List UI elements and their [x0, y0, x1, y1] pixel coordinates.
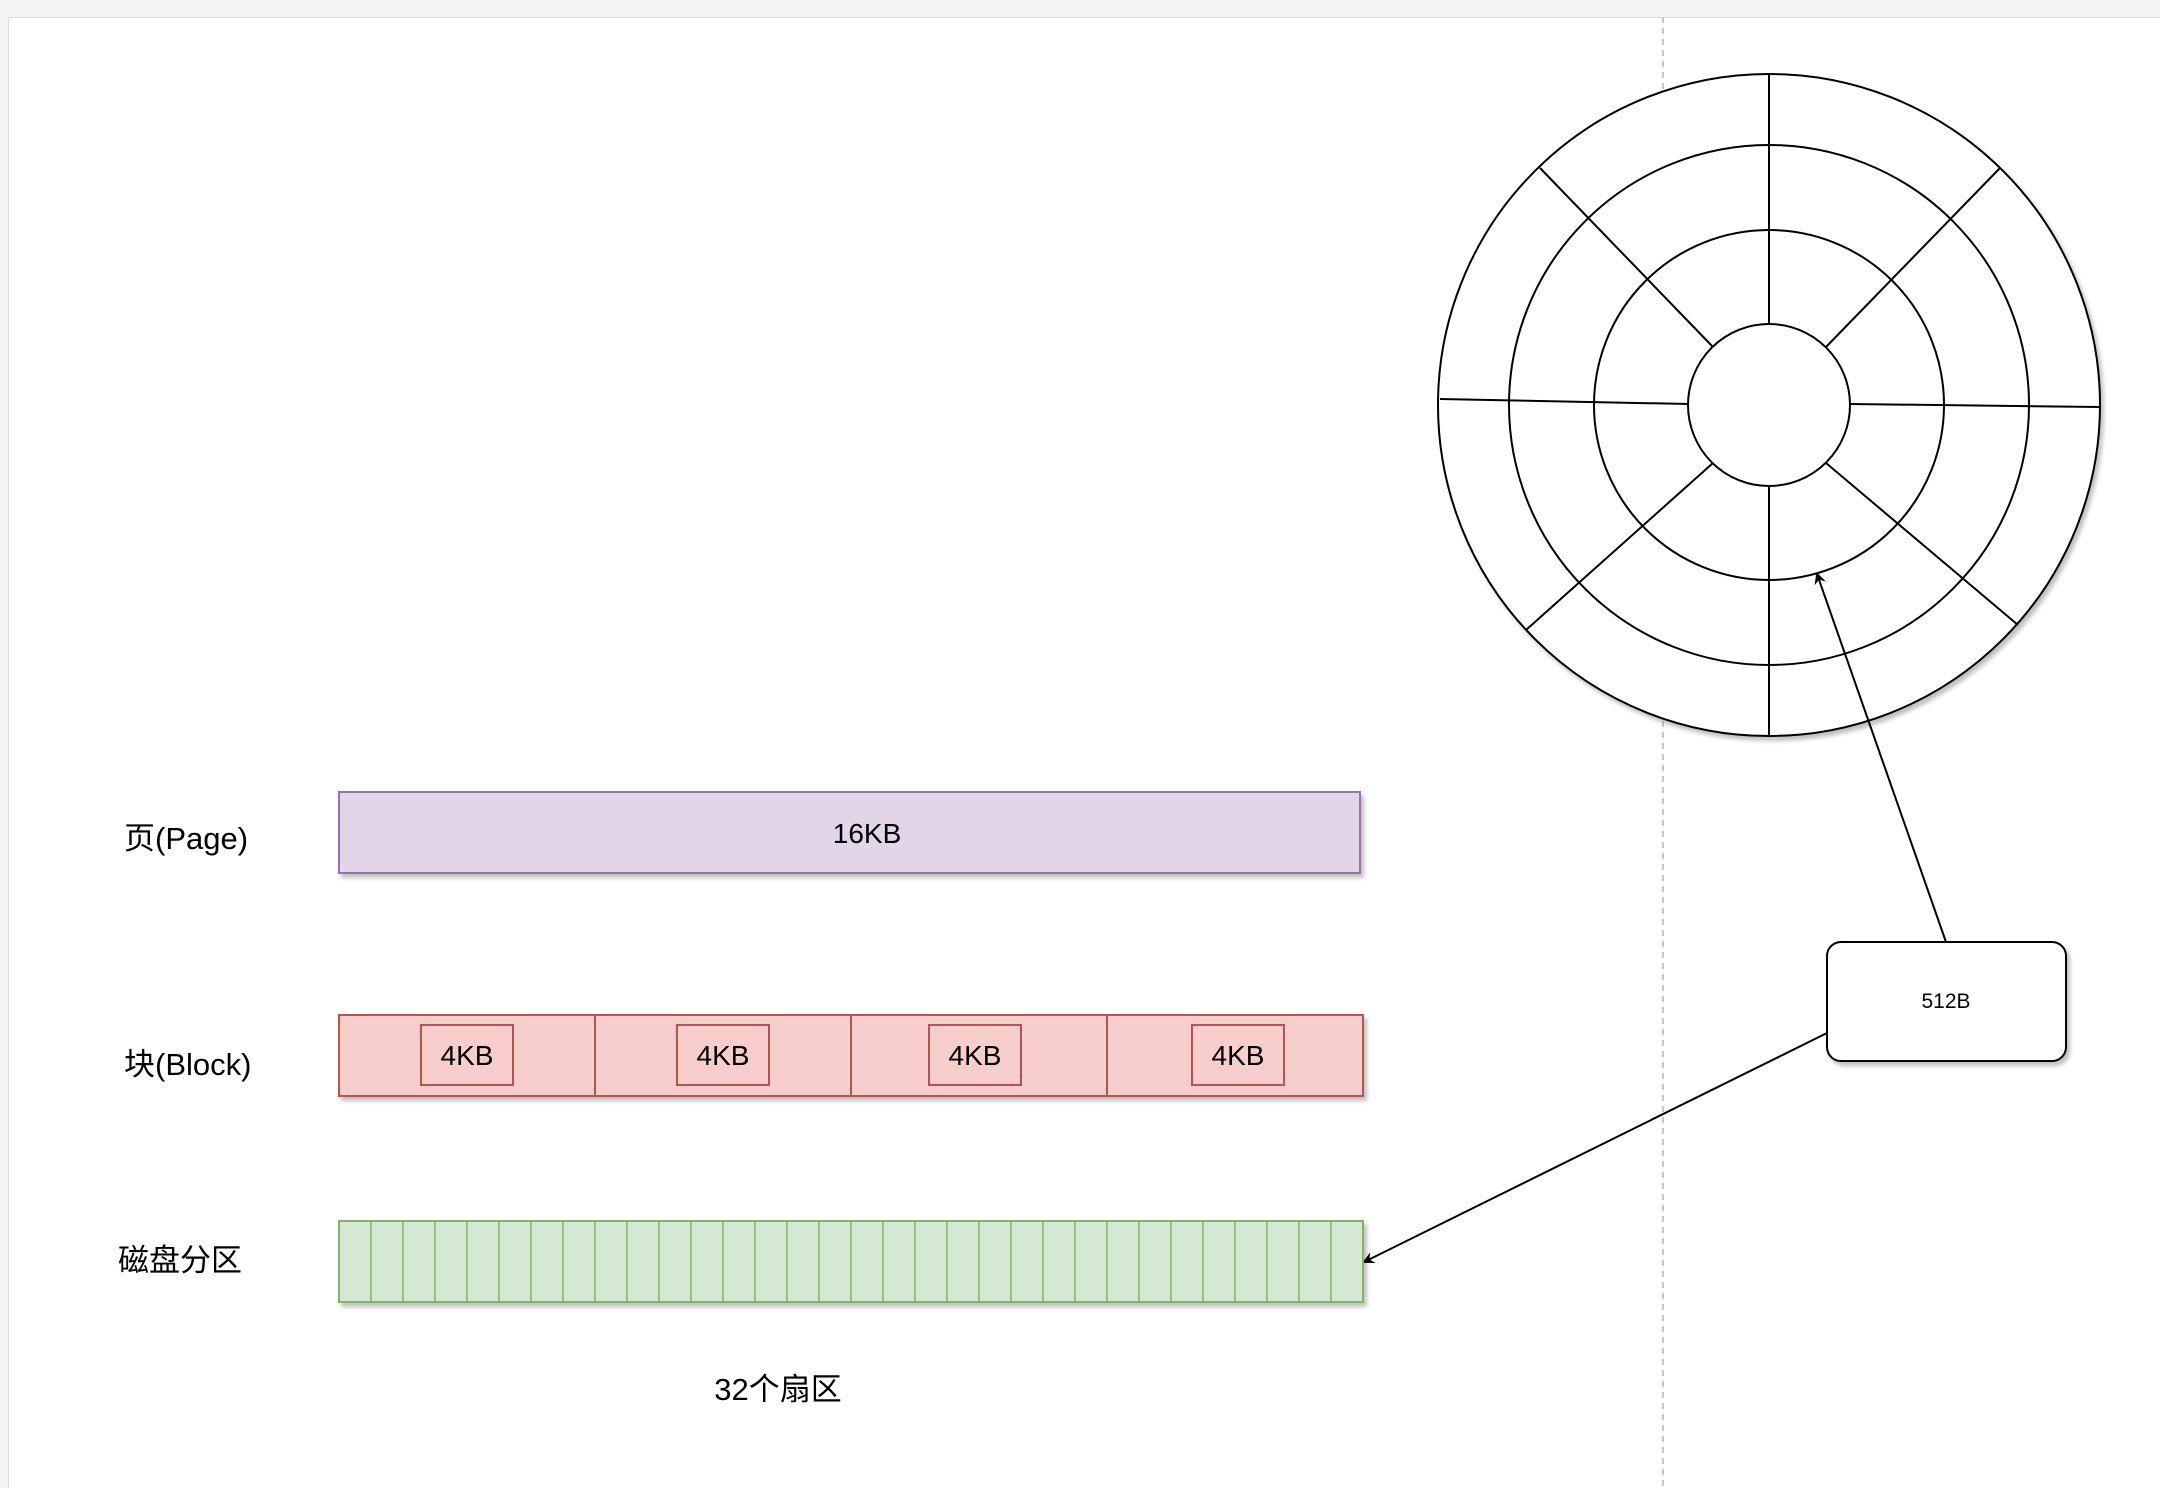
block-cell-label: 4KB [697, 1040, 750, 1071]
page-row-label: 页(Page) [124, 821, 248, 856]
block-cell-label: 4KB [441, 1040, 494, 1071]
arrow-to-sectors[interactable] [1362, 1032, 1828, 1263]
block-cell-label: 4KB [1212, 1040, 1265, 1071]
sector-count-caption: 32个扇区 [714, 1372, 841, 1407]
page-bar[interactable]: 16KB [338, 791, 1361, 874]
platter-spindle [1687, 323, 1851, 487]
block-bar[interactable]: 4KB 4KB 4KB 4KB [338, 1014, 1364, 1097]
disk-platter[interactable] [1437, 73, 2101, 737]
diagram-svg: 512B 页(Page) 16KB 块(Block) 4KB 4KB 4KB 4… [118, 17, 2101, 1488]
block-row-label: 块(Block) [124, 1047, 251, 1082]
diagram-stage: 512B 页(Page) 16KB 块(Block) 4KB 4KB 4KB 4… [0, 0, 2160, 1488]
block-cell-label: 4KB [949, 1040, 1002, 1071]
page-size-label: 16KB [833, 818, 902, 849]
disk-sector-bar[interactable] [338, 1220, 1364, 1303]
disk-row-label: 磁盘分区 [118, 1243, 242, 1278]
sector-size-callout[interactable]: 512B [1826, 941, 2067, 1062]
callout-text: 512B [1921, 990, 1970, 1013]
